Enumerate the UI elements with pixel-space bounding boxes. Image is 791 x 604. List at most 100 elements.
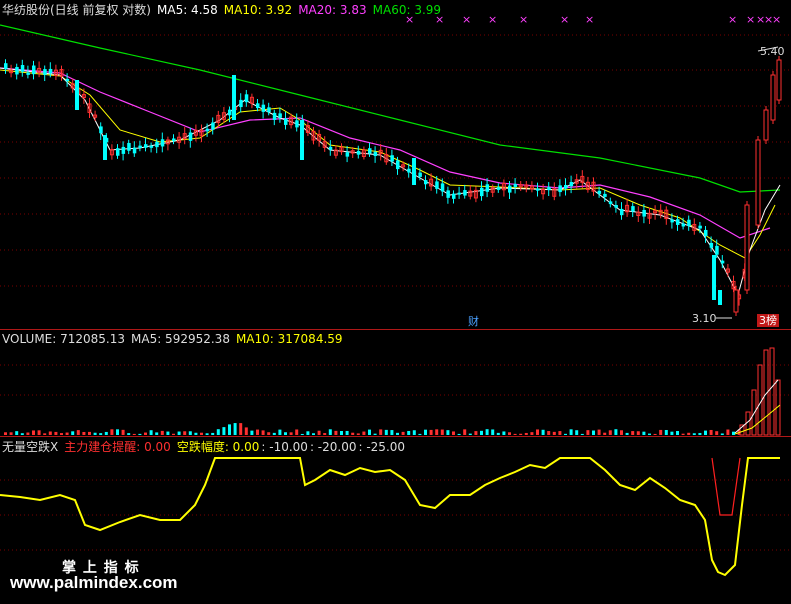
level2-label: : -20.00 — [309, 440, 357, 454]
board-badge[interactable]: 3榜 — [757, 314, 779, 327]
volume-bar — [244, 427, 248, 435]
volume-bar — [104, 431, 108, 435]
candle-body — [614, 205, 618, 208]
volume-bar — [295, 429, 299, 435]
volume-bar — [4, 432, 7, 435]
ma60-polyline — [0, 24, 781, 193]
volume-bar — [20, 433, 24, 435]
candle-body — [368, 148, 372, 154]
candle-body — [20, 65, 25, 72]
volume-bar — [552, 431, 556, 435]
volume-bar — [726, 429, 730, 435]
volume-bar — [110, 429, 114, 435]
pane-divider-indicator — [0, 436, 791, 437]
stock-chart-canvas — [0, 24, 791, 577]
candle-body — [569, 181, 574, 187]
volume-bar — [620, 430, 623, 435]
candle-body — [390, 155, 394, 162]
volume-bar — [547, 431, 551, 435]
volume-bar — [513, 433, 517, 435]
volume-bar — [261, 430, 265, 435]
candle-body — [278, 113, 282, 118]
volume-bar — [692, 433, 696, 435]
candle-body — [99, 126, 103, 134]
volume-bar — [704, 430, 707, 435]
candle-body — [704, 229, 708, 237]
candle-body — [345, 152, 350, 157]
candle-body — [4, 63, 8, 70]
volume-bar — [642, 431, 646, 435]
volume-bar — [519, 433, 523, 435]
candle-body — [75, 80, 79, 110]
volume-bar — [659, 429, 663, 435]
candle-body — [670, 219, 674, 223]
candle-body — [755, 139, 761, 226]
candle-body — [407, 168, 411, 173]
candle-body — [211, 122, 215, 130]
candle-body — [300, 120, 304, 160]
volume-bar — [368, 429, 371, 435]
candle-body — [121, 146, 126, 154]
signal-marker: × — [728, 13, 738, 26]
candle-body — [424, 180, 428, 185]
volume-bars — [4, 347, 781, 436]
candle-body — [457, 192, 462, 195]
volume-bar — [99, 433, 103, 435]
candle-body — [440, 183, 445, 192]
volume-bar — [625, 432, 629, 435]
volume-bar — [233, 423, 237, 435]
stock-name-label: 华纺股份(日线 前复权 对数) — [2, 3, 151, 17]
candle-body — [188, 132, 193, 141]
indicator-name-label: 无量空跌X — [2, 440, 59, 454]
volume-bar — [144, 432, 147, 435]
volume-bar — [188, 431, 192, 435]
volume-bar — [334, 430, 338, 435]
volume-bar — [15, 431, 19, 435]
volume-pane-header: VOLUME: 712085.13 MA5: 592952.38 MA10: 317… — [2, 331, 349, 347]
volume-bar — [508, 432, 511, 435]
volume-bar — [160, 430, 164, 435]
volume-bar — [267, 432, 271, 435]
volume-bar — [272, 432, 276, 435]
volume-bar — [149, 430, 153, 435]
candle-body — [564, 184, 568, 189]
volume-bar — [457, 433, 461, 435]
candle-body — [496, 187, 501, 190]
candle-body — [65, 78, 70, 82]
candle-body — [508, 185, 512, 193]
volume-bar — [530, 432, 534, 435]
candle-body — [620, 208, 624, 216]
volume-bar — [614, 429, 618, 435]
volume-bar — [362, 431, 366, 435]
volume-bar — [300, 433, 304, 435]
volume-bar — [575, 430, 579, 435]
candle-body — [155, 141, 159, 148]
candle-body — [608, 201, 613, 205]
volume-bar — [356, 433, 360, 435]
volume-bar — [592, 430, 595, 435]
volume-bar — [687, 432, 691, 435]
low-price-label: 3.10 — [692, 312, 717, 325]
candle-body — [558, 185, 562, 193]
volume-bar — [670, 431, 674, 435]
candle-body — [244, 94, 249, 103]
candle-body — [116, 148, 120, 156]
volume-bar — [586, 430, 590, 435]
volume-bar — [496, 432, 500, 435]
volume-bar — [127, 433, 131, 435]
volume-bar — [435, 429, 439, 435]
volume-bar — [138, 433, 142, 435]
volume-bar — [491, 429, 495, 435]
financial-report-marker[interactable]: 财 — [468, 315, 479, 328]
candle-body — [356, 150, 361, 155]
volume-bar — [401, 431, 405, 435]
volume-bar — [541, 429, 545, 435]
volume-bar — [222, 427, 226, 435]
volume-bar — [709, 429, 713, 435]
volume-bar — [211, 432, 215, 435]
candle-body — [232, 75, 236, 120]
volume-bar — [216, 429, 220, 435]
volume-bar — [485, 429, 489, 435]
candle-body — [144, 144, 148, 148]
volume-bar — [480, 430, 483, 435]
